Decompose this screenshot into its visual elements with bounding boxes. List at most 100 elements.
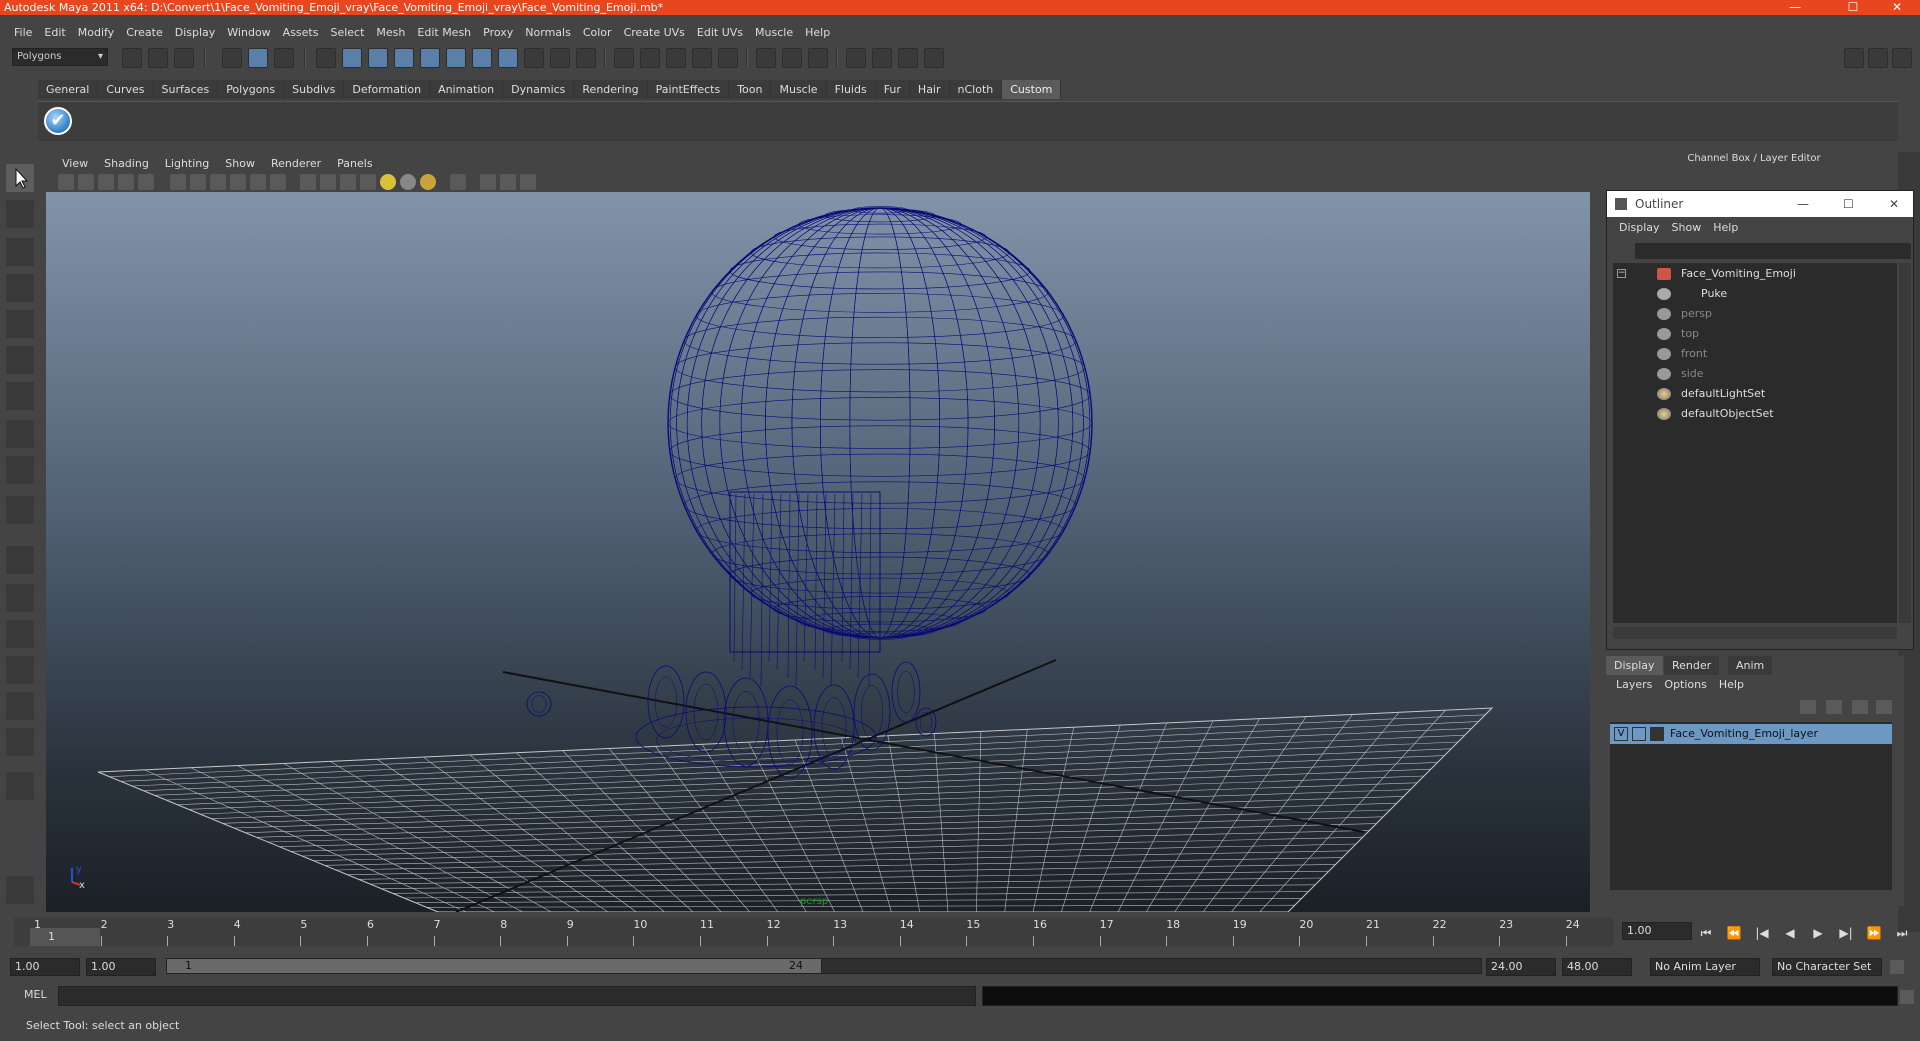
history-icon[interactable] [782,48,802,68]
textured-icon[interactable] [360,174,376,190]
menu-mesh[interactable]: Mesh [370,26,411,39]
mel-command-input[interactable] [58,986,976,1006]
menu-set-dropdown[interactable]: Polygons ▾ [12,48,108,66]
menu-create[interactable]: Create [120,26,169,39]
outliner-item-puke[interactable]: Puke [1657,285,1887,303]
viewport-menu-lighting[interactable]: Lighting [157,157,217,170]
wireframe-icon[interactable] [300,174,316,190]
outliner-vertical-scrollbar[interactable] [1899,263,1911,623]
select-curves-icon[interactable] [394,48,414,68]
shelf-tab-toon[interactable]: Toon [729,80,772,99]
shelf-tab-animation[interactable]: Animation [430,80,504,99]
rotate-tool-icon[interactable] [6,310,34,338]
select-surfaces-icon[interactable] [420,48,440,68]
scene-view[interactable]: persp y x [46,192,1590,912]
select-handles-icon[interactable] [342,48,362,68]
animation-start-field[interactable]: 1.00 [10,958,80,976]
menu-select[interactable]: Select [324,26,370,39]
outliner-menu-help[interactable]: Help [1707,221,1744,234]
anim-layer-dropdown[interactable]: No Anim Layer [1650,958,1760,976]
maximize-button[interactable]: ☐ [1830,0,1876,15]
create-layer-from-selected-icon[interactable] [1876,700,1892,714]
safe-action-icon[interactable] [250,174,266,190]
close-button[interactable]: ✕ [1874,0,1920,15]
outliner-filter-input[interactable] [1635,243,1911,259]
shelf-tab-deformation[interactable]: Deformation [344,80,431,99]
select-deformations-icon[interactable] [446,48,466,68]
move-tool-icon[interactable] [6,274,34,302]
outliner-maximize-button[interactable]: ☐ [1843,191,1854,217]
shelf-tab-fluids[interactable]: Fluids [826,80,876,99]
menu-color[interactable]: Color [577,26,618,39]
step-back-key-button[interactable]: ⏪ [1724,924,1744,942]
menu-edit-uvs[interactable]: Edit UVs [691,26,749,39]
current-frame-field[interactable]: 1.00 [1622,922,1692,940]
select-by-hierarchy-icon[interactable] [222,48,242,68]
outliner-close-button[interactable]: ✕ [1889,191,1899,217]
toggle-attribute-editor-icon[interactable] [1844,48,1864,68]
select-dynamics-icon[interactable] [472,48,492,68]
menu-window[interactable]: Window [221,26,276,39]
toggle-channel-box-icon[interactable] [1892,48,1912,68]
step-back-frame-button[interactable]: |◀ [1752,924,1772,942]
lock-selection-icon[interactable] [550,48,570,68]
select-misc-icon[interactable] [524,48,544,68]
shelf-tab-dynamics[interactable]: Dynamics [503,80,575,99]
menu-proxy[interactable]: Proxy [477,26,519,39]
open-scene-icon[interactable] [148,48,168,68]
menu-display[interactable]: Display [169,26,222,39]
go-to-end-button[interactable]: ⏭ [1892,924,1912,942]
snap-to-point-icon[interactable] [666,48,686,68]
script-editor-icon[interactable] [1900,990,1914,1004]
minimize-button[interactable]: — [1772,0,1818,15]
hypershade-layout-icon[interactable] [6,692,34,720]
use-all-lights-icon[interactable] [380,174,396,190]
select-rendering-icon[interactable] [498,48,518,68]
layer-row-face-vomiting-emoji[interactable]: V Face_Vomiting_Emoji_layer [1610,724,1892,744]
range-slider-bar[interactable]: 1 24 [166,958,822,974]
outliner-persp-layout-icon[interactable] [6,620,34,648]
viewport-menu-renderer[interactable]: Renderer [263,157,329,170]
wireframe-on-shaded-icon[interactable] [340,174,356,190]
selection-mask-icon[interactable] [316,48,336,68]
layer-tab-render[interactable]: Render [1664,656,1720,675]
outliner-minimize-button[interactable]: — [1797,191,1809,217]
viewport-menu-show[interactable]: Show [217,157,263,170]
viewport-menu-view[interactable]: View [54,157,96,170]
shelf-tab-rendering[interactable]: Rendering [574,80,648,99]
render-frame-icon[interactable] [808,48,828,68]
shelf-tab-subdivs[interactable]: Subdivs [284,80,345,99]
layer-menu-layers[interactable]: Layers [1610,678,1658,691]
highlight-selection-icon[interactable] [576,48,596,68]
layer-visibility-toggle[interactable]: V [1614,727,1628,741]
grid-toggle-icon[interactable] [138,174,154,190]
xray-components-icon[interactable] [520,174,536,190]
command-language-label[interactable]: MEL [24,988,47,1001]
layer-display-type-toggle[interactable] [1632,727,1646,741]
save-scene-icon[interactable] [174,48,194,68]
playback-start-field[interactable]: 1.00 [86,958,156,976]
shelf-tab-fur[interactable]: Fur [875,80,910,99]
viewport-menu-panels[interactable]: Panels [329,157,380,170]
dope-sheet-layout-icon[interactable] [6,728,34,756]
step-forward-frame-button[interactable]: ▶| [1836,924,1856,942]
outliner-item-top[interactable]: top [1657,325,1887,343]
move-layer-down-icon[interactable] [1826,700,1842,714]
outliner-item-persp[interactable]: persp [1657,305,1887,323]
layer-tab-display[interactable]: Display [1606,656,1663,675]
move-layer-up-icon[interactable] [1800,700,1816,714]
more-layouts-icon[interactable] [6,772,34,800]
menu-edit[interactable]: Edit [38,26,71,39]
make-live-icon[interactable] [718,48,738,68]
smooth-shade-icon[interactable] [320,174,336,190]
select-joints-icon[interactable] [368,48,388,68]
menu-file[interactable]: File [8,26,38,39]
hypershade-icon[interactable] [924,48,944,68]
menu-help[interactable]: Help [799,26,836,39]
layer-tab-anim[interactable]: Anim [1728,656,1773,675]
play-forwards-button[interactable]: ▶ [1808,924,1828,942]
menu-create-uvs[interactable]: Create UVs [618,26,691,39]
field-chart-icon[interactable] [230,174,246,190]
paint-select-tool-icon[interactable] [6,238,34,266]
lasso-tool-icon[interactable] [6,200,34,228]
